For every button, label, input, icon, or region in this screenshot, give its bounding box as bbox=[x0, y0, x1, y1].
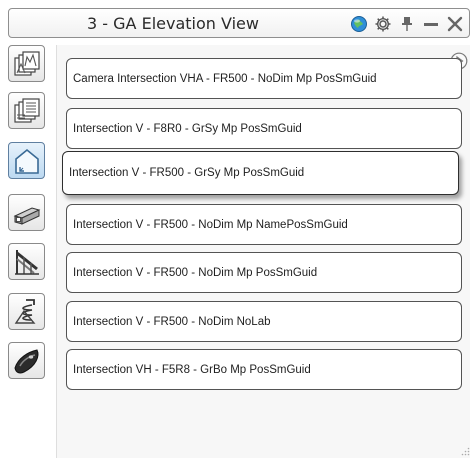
tool-view-list[interactable] bbox=[8, 92, 45, 129]
tool-dark-shape[interactable] bbox=[8, 342, 45, 379]
minimize-icon[interactable] bbox=[421, 14, 441, 34]
dark-shape-icon bbox=[13, 348, 38, 373]
globe-icon[interactable] bbox=[349, 14, 369, 34]
title-bar-icons bbox=[349, 14, 465, 34]
resize-grip-icon[interactable] bbox=[461, 447, 470, 456]
list-item[interactable]: Intersection V - FR500 - NoDim Mp NamePo… bbox=[66, 204, 462, 245]
tool-house-elevation[interactable] bbox=[8, 142, 45, 179]
gear-icon[interactable] bbox=[373, 14, 393, 34]
list-item-selected[interactable]: Intersection V - FR500 - GrSy Mp PosSmGu… bbox=[62, 151, 459, 195]
list-item-label: Intersection V - FR500 - NoDim Mp NamePo… bbox=[73, 218, 348, 231]
pin-icon[interactable] bbox=[397, 14, 417, 34]
list-item-label: Intersection V - FR500 - NoDim Mp PosSmG… bbox=[73, 266, 318, 279]
house-elevation-icon bbox=[14, 148, 39, 174]
elevation-view-panel: 3 - GA Elevation View Camera Intersectio… bbox=[0, 0, 473, 458]
view-stack-icon bbox=[13, 50, 40, 76]
list-item[interactable]: Intersection V - FR500 - NoDim Mp PosSmG… bbox=[66, 252, 462, 293]
list-item-label: Intersection V - FR500 - NoDim NoLab bbox=[73, 315, 271, 328]
list-item[interactable]: Camera Intersection VHA - FR500 - NoDim … bbox=[66, 58, 462, 99]
title-bar: 3 - GA Elevation View bbox=[8, 8, 470, 38]
list-item[interactable]: Intersection V - FR500 - NoDim NoLab bbox=[66, 301, 462, 342]
view-list-icon bbox=[13, 97, 40, 123]
tool-spring[interactable] bbox=[8, 293, 45, 330]
list-item-label: Camera Intersection VHA - FR500 - NoDim … bbox=[73, 72, 377, 85]
tool-beam-profile[interactable] bbox=[8, 194, 45, 231]
list-item[interactable]: Intersection VH - F5R8 - GrBo Mp PosSmGu… bbox=[66, 349, 462, 390]
spring-icon bbox=[14, 298, 35, 324]
close-icon[interactable] bbox=[445, 14, 465, 34]
tool-view-stack[interactable] bbox=[8, 45, 45, 82]
list-item-label: Intersection V - F8R0 - GrSy Mp PosSmGui… bbox=[73, 122, 302, 135]
window-title: 3 - GA Elevation View bbox=[87, 14, 259, 33]
tool-stair-rail[interactable] bbox=[8, 243, 45, 280]
list-item-label: Intersection V - FR500 - GrSy Mp PosSmGu… bbox=[69, 167, 305, 179]
list-item[interactable]: Intersection V - F8R0 - GrSy Mp PosSmGui… bbox=[66, 108, 462, 149]
stair-rail-icon bbox=[14, 249, 39, 275]
beam-profile-icon bbox=[13, 206, 40, 225]
list-item-label: Intersection VH - F5R8 - GrBo Mp PosSmGu… bbox=[73, 363, 311, 376]
